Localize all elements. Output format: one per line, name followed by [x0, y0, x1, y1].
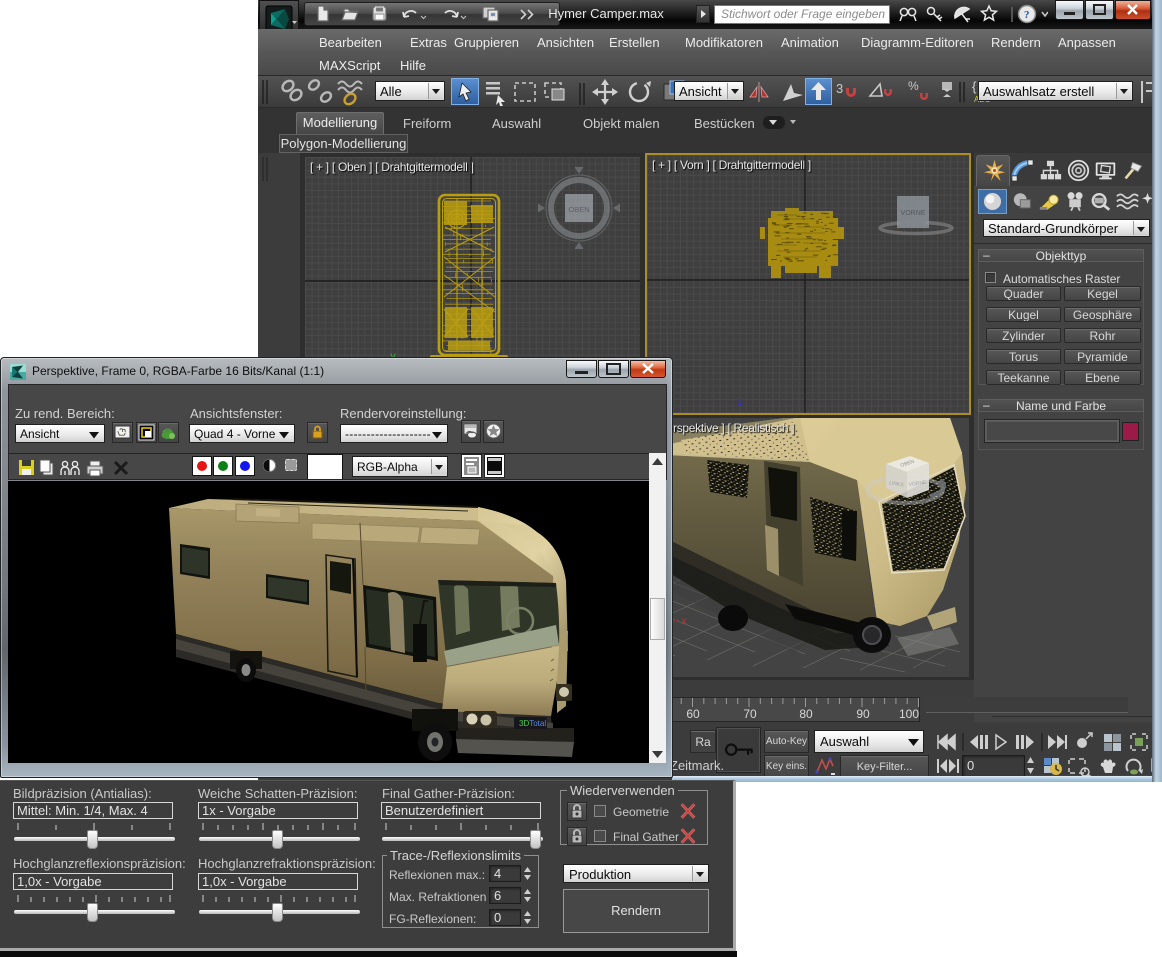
svg-text:3DTotal: 3DTotal — [519, 719, 546, 728]
svg-text:OBEN: OBEN — [568, 205, 589, 214]
svg-text:70: 70 — [743, 707, 757, 721]
svg-text:%: % — [908, 79, 919, 93]
svg-text:z: z — [737, 398, 743, 409]
svg-text:90: 90 — [856, 707, 870, 721]
svg-text:100: 100 — [899, 707, 919, 721]
svg-text:x: x — [681, 617, 687, 628]
svg-text:3: 3 — [836, 81, 843, 96]
svg-text:?: ? — [1024, 9, 1030, 21]
svg-text:VORNE: VORNE — [901, 210, 926, 217]
svg-text:80: 80 — [799, 707, 813, 721]
svg-text:60: 60 — [686, 707, 700, 721]
